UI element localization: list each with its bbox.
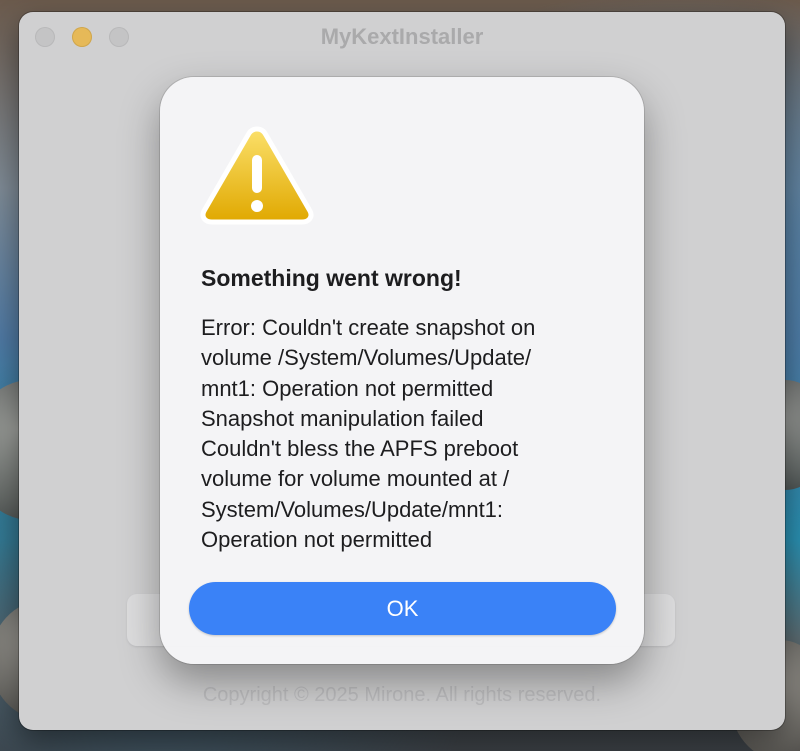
error-alert-dialog: Something went wrong! Error: Couldn't cr… bbox=[160, 77, 644, 664]
alert-message-line: volume for volume mounted at / bbox=[201, 466, 510, 492]
alert-message-line: System/Volumes/Update/mnt1: bbox=[201, 496, 504, 522]
alert-title: Something went wrong! bbox=[201, 265, 462, 291]
alert-message-line: Snapshot manipulation failed bbox=[201, 405, 484, 431]
warning-triangle-icon bbox=[200, 126, 314, 225]
alert-message-line: Error: Couldn't create snapshot on bbox=[201, 315, 536, 340]
alert-message-line: volume /System/Volumes/Update/ bbox=[201, 345, 532, 371]
ok-button[interactable]: OK bbox=[189, 582, 616, 635]
alert-message: Error: Couldn't create snapshot on volum… bbox=[201, 313, 621, 555]
alert-message-line: Couldn't bless the APFS preboot bbox=[201, 436, 519, 462]
alert-message-line: mnt1: Operation not permitted bbox=[201, 375, 494, 401]
alert-message-line: Operation not permitted bbox=[201, 527, 433, 553]
